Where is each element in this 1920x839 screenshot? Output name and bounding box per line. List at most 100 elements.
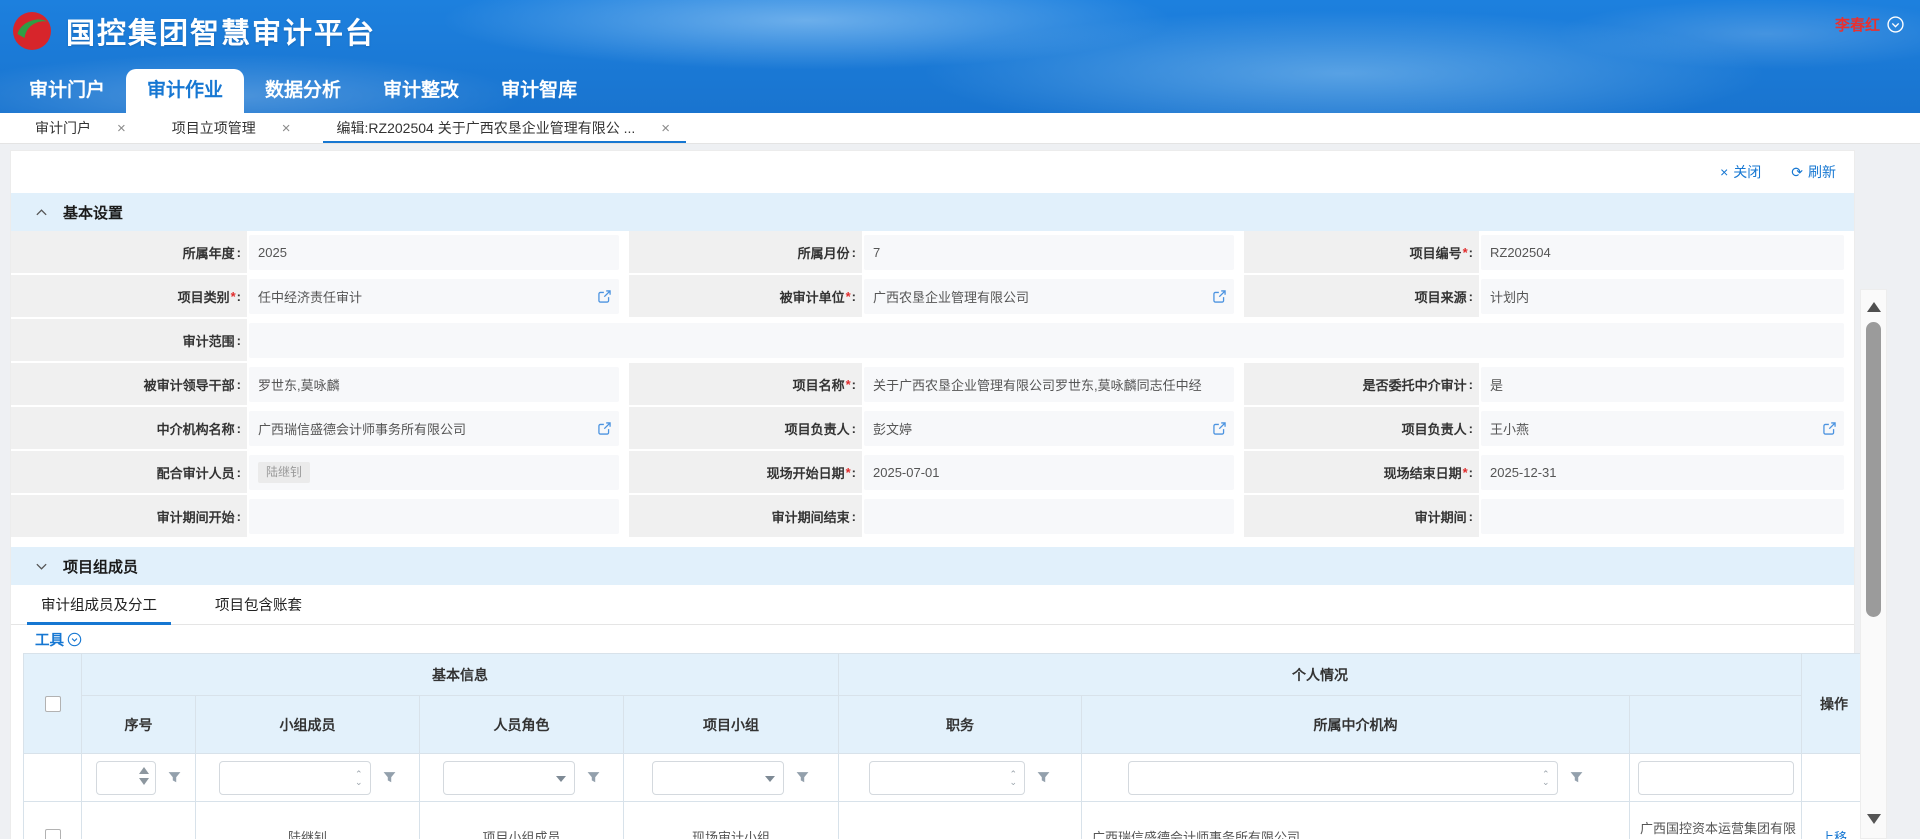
label-month: 所属月份:	[629, 231, 862, 275]
field-intermediary-flag[interactable]: 是	[1479, 363, 1854, 407]
cell-seq	[82, 802, 196, 839]
group-filter-select[interactable]	[652, 761, 784, 795]
app-window: 国控集团智慧审计平台 李春红 审计门户 审计作业 数据分析 审计整改 审计智库 …	[0, 0, 1920, 839]
member-tag[interactable]: 陆继钊	[258, 462, 310, 483]
app-title: 国控集团智慧审计平台	[66, 10, 376, 52]
tab-project-setup[interactable]: 项目立项管理 ×	[172, 113, 291, 143]
team-subtabs: 审计组成员及分工 项目包含账套	[11, 585, 1854, 625]
field-project-leader-1[interactable]: 彭文婷	[862, 407, 1244, 451]
basic-settings-header[interactable]: 基本设置	[11, 193, 1854, 231]
field-field-start-date[interactable]: 2025-07-01	[862, 451, 1244, 495]
select-all-cell[interactable]	[24, 654, 82, 754]
group-personal-info: 个人情况	[839, 654, 1802, 696]
seq-filter-input[interactable]	[96, 761, 156, 795]
tab-edit-project[interactable]: 编辑:RZ202504 关于广西农垦企业管理有限公 ... ×	[337, 113, 670, 143]
caret-down-icon	[556, 776, 566, 782]
close-icon[interactable]: ×	[661, 120, 670, 137]
field-project-source[interactable]: 计划内	[1479, 275, 1854, 319]
field-assist-auditors[interactable]: 陆继钊	[247, 451, 629, 495]
user-menu[interactable]: 李春红	[1835, 14, 1904, 35]
field-field-end-date[interactable]: 2025-12-31	[1479, 451, 1854, 495]
label-project-name: 项目名称*:	[629, 363, 862, 407]
field-project-leader-2[interactable]: 王小燕	[1479, 407, 1854, 451]
filter-icon[interactable]	[167, 770, 182, 785]
filter-icon[interactable]	[1569, 770, 1584, 785]
scroll-down-icon[interactable]	[1867, 814, 1881, 824]
column-agency: 所属中介机构	[1082, 696, 1630, 754]
role-filter-select[interactable]	[443, 761, 575, 795]
refresh-page-button[interactable]: ⟳ 刷新	[1791, 162, 1836, 182]
nav-data-analysis[interactable]: 数据分析	[244, 69, 362, 113]
updown-icon[interactable]: ⌃⌄	[1009, 770, 1017, 786]
tab-members-division[interactable]: 审计组成员及分工	[33, 585, 165, 624]
tab-audit-portal[interactable]: 审计门户 ×	[35, 113, 126, 143]
column-duty: 职务	[839, 696, 1082, 754]
edit-panel: × 关闭 ⟳ 刷新 基本设置 所属年度: 2025 所属月份:	[10, 150, 1855, 839]
spinner-icon[interactable]	[139, 767, 149, 785]
duty-filter-input[interactable]: ⌃⌄	[869, 761, 1025, 795]
column-extra	[1630, 696, 1802, 754]
scroll-up-icon[interactable]	[1867, 302, 1881, 312]
field-audit-period[interactable]	[1479, 495, 1854, 539]
open-tab-strip: 审计门户 × 项目立项管理 × 编辑:RZ202504 关于广西农垦企业管理有限…	[0, 113, 1920, 144]
field-auditee[interactable]: 广西农垦企业管理有限公司	[862, 275, 1244, 319]
table-row[interactable]: 陆继钊 项目小组成员 现场审计小组 广西瑞信盛德会计师事务所有限公司 广西国控资…	[24, 802, 1867, 839]
label-project-code: 项目编号*:	[1244, 231, 1479, 275]
team-members-header[interactable]: 项目组成员	[11, 547, 1854, 585]
field-month[interactable]: 7	[862, 231, 1244, 275]
label-audit-period-start: 审计期间开始:	[11, 495, 247, 539]
tab-account-sets[interactable]: 项目包含账套	[207, 585, 310, 624]
scrollbar-thumb[interactable]	[1866, 322, 1881, 617]
checkbox[interactable]	[45, 696, 61, 712]
filter-icon[interactable]	[1036, 770, 1051, 785]
field-project-type[interactable]: 任中经济责任审计	[247, 275, 629, 319]
label-field-end-date: 现场结束日期*:	[1244, 451, 1479, 495]
close-icon: ×	[1720, 164, 1728, 180]
filter-op-cell	[1802, 754, 1867, 802]
field-audited-leaders[interactable]: 罗世东,莫咏麟	[247, 363, 629, 407]
field-project-code[interactable]: RZ202504	[1479, 231, 1854, 275]
close-page-button[interactable]: × 关闭	[1720, 162, 1761, 182]
field-audit-period-start[interactable]	[247, 495, 629, 539]
cell-role: 项目小组成员	[420, 802, 624, 839]
filter-icon[interactable]	[586, 770, 601, 785]
members-table: 基本信息 个人情况 操作 序号 小组成员 人员角色 项目小组 职务 所属中介机构	[23, 653, 1867, 839]
updown-icon[interactable]: ⌃⌄	[355, 770, 363, 786]
field-audit-period-end[interactable]	[862, 495, 1244, 539]
field-agency-name[interactable]: 广西瑞信盛德会计师事务所有限公司	[247, 407, 629, 451]
filter-icon[interactable]	[382, 770, 397, 785]
cell-agency: 广西瑞信盛德会计师事务所有限公司	[1082, 802, 1630, 839]
field-audit-scope[interactable]	[247, 319, 1854, 363]
collapse-icon[interactable]	[35, 207, 48, 218]
close-icon[interactable]: ×	[282, 120, 291, 137]
label-audited-leaders: 被审计领导干部:	[11, 363, 247, 407]
member-filter-input[interactable]: ⌃⌄	[219, 761, 371, 795]
chevron-down-icon[interactable]	[1887, 16, 1904, 33]
external-link-icon[interactable]	[1212, 421, 1227, 436]
expand-icon[interactable]	[35, 561, 48, 572]
vertical-scrollbar[interactable]	[1860, 289, 1887, 839]
external-link-icon[interactable]	[1822, 421, 1837, 436]
filter-icon[interactable]	[795, 770, 810, 785]
nav-audit-knowledge[interactable]: 审计智库	[480, 69, 598, 113]
updown-icon[interactable]: ⌃⌄	[1542, 770, 1550, 786]
field-project-name[interactable]: 关于广西农垦企业管理有限公司罗世东,莫咏麟同志任中经	[862, 363, 1244, 407]
row-op-link[interactable]: 上移	[1821, 830, 1847, 839]
section-title: 基本设置	[63, 202, 123, 223]
agency-filter-input[interactable]: ⌃⌄	[1128, 761, 1558, 795]
checkbox[interactable]	[45, 829, 61, 839]
nav-audit-portal[interactable]: 审计门户	[8, 69, 126, 113]
field-year[interactable]: 2025	[247, 231, 629, 275]
cell-duty	[839, 802, 1082, 839]
tools-dropdown[interactable]: 工具	[11, 625, 1854, 653]
group-basic-info: 基本信息	[82, 654, 839, 696]
extra-filter-input[interactable]	[1638, 761, 1794, 795]
nav-audit-work[interactable]: 审计作业	[126, 69, 244, 113]
external-link-icon[interactable]	[1212, 289, 1227, 304]
close-icon[interactable]: ×	[117, 120, 126, 137]
section-title: 项目组成员	[63, 556, 138, 577]
nav-audit-rectify[interactable]: 审计整改	[362, 69, 480, 113]
external-link-icon[interactable]	[597, 289, 612, 304]
label-agency-name: 中介机构名称:	[11, 407, 247, 451]
external-link-icon[interactable]	[597, 421, 612, 436]
